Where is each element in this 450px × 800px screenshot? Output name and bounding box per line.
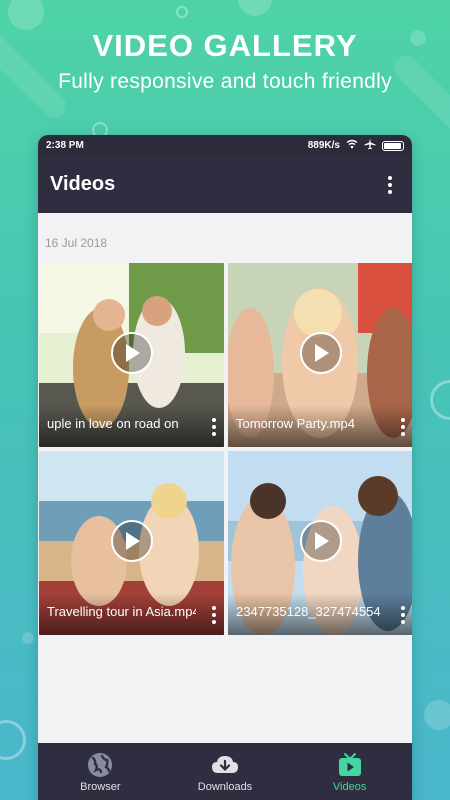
decor-circle [238,0,272,16]
more-vertical-icon[interactable] [212,606,216,624]
decor-circle [8,0,44,30]
nav-item-videos[interactable]: Videos [290,751,410,793]
video-name: uple in love on road on [47,416,179,431]
play-icon[interactable] [110,332,153,374]
more-vertical-icon[interactable] [401,418,405,436]
decor-ring [430,380,450,420]
nav-label: Browser [80,780,121,793]
video-name: 2347735128_327474554 [236,604,381,619]
app-title: Videos [50,173,116,195]
play-icon[interactable] [299,332,342,374]
video-name: Travelling tour in Asia.mp4 [47,604,196,619]
cloud-download-icon [211,751,239,779]
globe-icon [87,751,113,779]
tv-play-icon [337,751,363,779]
video-tile[interactable]: 2347735128_327474554 [228,451,412,635]
play-icon[interactable] [110,520,153,562]
decor-ring [176,6,188,18]
app-bar: Videos [38,156,412,213]
decor-circle [22,632,34,644]
nav-item-browser[interactable]: Browser [40,751,160,793]
network-speed: 889K/s [307,140,340,151]
nav-label: Downloads [197,780,253,793]
decor-circle [424,700,450,730]
promo-title: VIDEO GALLERY [92,28,358,63]
video-tile[interactable]: uple in love on road on [39,263,224,447]
bottom-nav: Browser Downloads Videos [38,743,412,800]
video-tile[interactable]: Travelling tour in Asia.mp4 [39,451,224,635]
date-header: 16 Jul 2018 [45,236,108,250]
play-icon[interactable] [299,520,342,562]
wifi-icon [346,139,358,152]
battery-icon [382,140,404,151]
phone-screen: 2:38 PM 889K/s Videos 16 Jul 2018 uple i… [38,135,412,800]
decor-ring [0,720,26,760]
nav-item-downloads[interactable]: Downloads [165,751,285,793]
more-vertical-icon[interactable] [212,418,216,436]
status-bar: 2:38 PM 889K/s [38,135,412,156]
nav-label: Videos [332,780,367,793]
video-tile[interactable]: Tomorrow Party.mp4 [228,263,412,447]
more-vertical-icon[interactable] [401,606,405,624]
status-time: 2:38 PM [46,140,84,151]
promo-subtitle: Fully responsive and touch friendly [58,70,392,93]
video-grid: uple in love on road on Tomorrow Party.m… [38,263,412,635]
more-vertical-icon[interactable] [380,172,400,198]
airplane-mode-icon [364,138,376,153]
video-name: Tomorrow Party.mp4 [236,416,355,431]
status-indicators: 889K/s [308,138,404,153]
